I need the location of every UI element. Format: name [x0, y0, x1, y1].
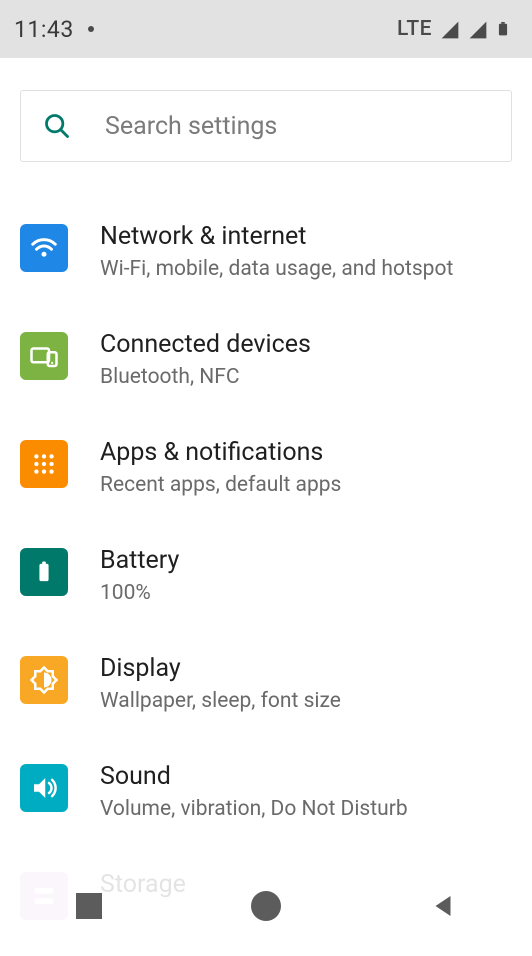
settings-item-subtitle: Bluetooth, NFC	[100, 365, 512, 389]
network-type-label: LTE	[397, 17, 432, 41]
settings-item-subtitle: Recent apps, default apps	[100, 473, 512, 497]
circle-icon	[251, 891, 281, 921]
settings-item-display[interactable]: Display Wallpaper, sleep, font size	[20, 632, 512, 740]
search-placeholder: Search settings	[105, 112, 277, 141]
sound-icon	[20, 764, 68, 812]
settings-item-subtitle: Wallpaper, sleep, font size	[100, 689, 512, 713]
settings-item-subtitle: Wi-Fi, mobile, data usage, and hotspot	[100, 257, 512, 281]
search-settings-field[interactable]: Search settings	[20, 90, 512, 162]
square-icon	[76, 893, 102, 919]
notification-dot-icon	[88, 26, 94, 32]
nav-recent-button[interactable]	[67, 884, 111, 928]
search-icon	[43, 112, 71, 140]
navigation-bar	[0, 863, 532, 949]
back-triangle-icon	[428, 891, 458, 921]
display-icon	[20, 656, 68, 704]
signal-icon-2	[468, 18, 490, 40]
settings-list: Network & internet Wi-Fi, mobile, data u…	[20, 200, 512, 956]
signal-icon	[440, 18, 462, 40]
settings-item-title: Network & internet	[100, 222, 512, 251]
settings-item-title: Apps & notifications	[100, 438, 512, 467]
settings-item-battery[interactable]: Battery 100%	[20, 524, 512, 632]
settings-item-title: Connected devices	[100, 330, 512, 359]
settings-item-subtitle: 100%	[100, 581, 512, 605]
battery-icon	[20, 548, 68, 596]
settings-item-title: Sound	[100, 762, 512, 791]
settings-item-title: Battery	[100, 546, 512, 575]
settings-item-network[interactable]: Network & internet Wi-Fi, mobile, data u…	[20, 200, 512, 308]
battery-status-icon	[496, 18, 518, 40]
devices-icon	[20, 332, 68, 380]
status-time: 11:43	[14, 16, 74, 43]
nav-back-button[interactable]	[421, 884, 465, 928]
wifi-icon	[20, 224, 68, 272]
settings-item-title: Display	[100, 654, 512, 683]
settings-item-subtitle: Volume, vibration, Do Not Disturb	[100, 797, 512, 821]
settings-item-apps[interactable]: Apps & notifications Recent apps, defaul…	[20, 416, 512, 524]
settings-item-devices[interactable]: Connected devices Bluetooth, NFC	[20, 308, 512, 416]
settings-item-sound[interactable]: Sound Volume, vibration, Do Not Disturb	[20, 740, 512, 848]
apps-icon	[20, 440, 68, 488]
status-bar: 11:43 LTE	[0, 0, 532, 58]
nav-home-button[interactable]	[244, 884, 288, 928]
